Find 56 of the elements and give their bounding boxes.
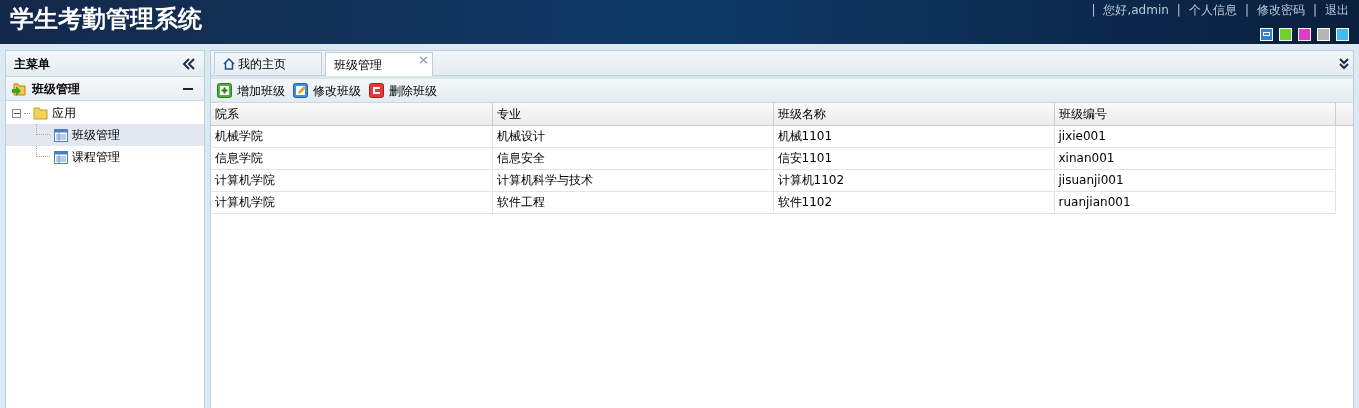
column-header[interactable]: 专业 — [492, 103, 773, 125]
folder-icon — [33, 106, 49, 120]
table-icon — [54, 128, 68, 142]
accordion-header[interactable]: 班级管理 — [6, 77, 204, 101]
header-link[interactable]: 退出 — [1325, 1, 1349, 19]
table-cell: 计算机学院 — [211, 191, 492, 213]
table-cell: 信息安全 — [492, 147, 773, 169]
delete-icon — [369, 83, 384, 98]
edit-icon — [293, 83, 308, 98]
table-cell: 计算机1102 — [773, 169, 1054, 191]
table-icon — [54, 150, 68, 164]
theme-swatch[interactable] — [1260, 28, 1273, 41]
table-cell: 机械1101 — [773, 125, 1054, 147]
table-cell: 机械学院 — [211, 125, 492, 147]
theme-swatch[interactable] — [1317, 28, 1330, 41]
header-link[interactable]: 修改密码 — [1256, 1, 1305, 19]
folder-arrow-icon — [11, 80, 27, 97]
table-cell: 计算机科学与技术 — [492, 169, 773, 191]
table-cell: jisuanji001 — [1054, 169, 1335, 191]
toolbar-button[interactable]: 增加班级 — [217, 80, 285, 101]
separator: | — [1244, 2, 1249, 19]
add-icon — [217, 83, 232, 98]
toggle-icon[interactable] — [12, 108, 21, 118]
theme-swatch[interactable] — [1279, 28, 1292, 41]
table-cell: xinan001 — [1054, 147, 1335, 169]
theme-swatch[interactable] — [1298, 28, 1311, 41]
table-cell: 计算机学院 — [211, 169, 492, 191]
table-cell: 软件1102 — [773, 191, 1054, 213]
column-header[interactable]: 班级编号 — [1054, 103, 1335, 125]
tab[interactable]: 班级管理 × — [325, 52, 433, 76]
tree-item[interactable]: 应用 — [52, 104, 76, 122]
panel-title: 主菜单 — [14, 55, 50, 73]
toolbar-button[interactable]: 修改班级 — [293, 80, 361, 101]
accordion-title: 班级管理 — [32, 80, 81, 98]
header-link[interactable]: 您好,admin — [1103, 1, 1169, 19]
table-cell: 软件工程 — [492, 191, 773, 213]
separator: | — [1176, 2, 1181, 19]
app-title: 学生考勤管理系统 — [10, 4, 202, 35]
tree-item[interactable]: 班级管理 — [6, 124, 204, 146]
table-cell: jixie001 — [1054, 125, 1335, 147]
table-cell: ruanjian001 — [1054, 191, 1335, 213]
table-cell: 信安1101 — [773, 147, 1054, 169]
theme-swatch[interactable] — [1336, 28, 1349, 41]
header-link[interactable]: 个人信息 — [1188, 1, 1237, 19]
tree-item[interactable]: 课程管理 — [6, 146, 204, 168]
separator: | — [1312, 2, 1317, 19]
table-cell: 机械设计 — [492, 125, 773, 147]
column-header[interactable]: 院系 — [211, 103, 492, 125]
tab[interactable]: 我的主页 — [214, 52, 322, 74]
collapse-icon[interactable] — [182, 57, 196, 70]
table-cell: 信息学院 — [211, 147, 492, 169]
column-header[interactable]: 班级名称 — [773, 103, 1054, 125]
collapse-icon[interactable] — [183, 87, 193, 90]
toolbar-button[interactable]: 删除班级 — [369, 80, 437, 101]
separator: | — [1091, 2, 1096, 19]
home-icon — [223, 57, 235, 70]
